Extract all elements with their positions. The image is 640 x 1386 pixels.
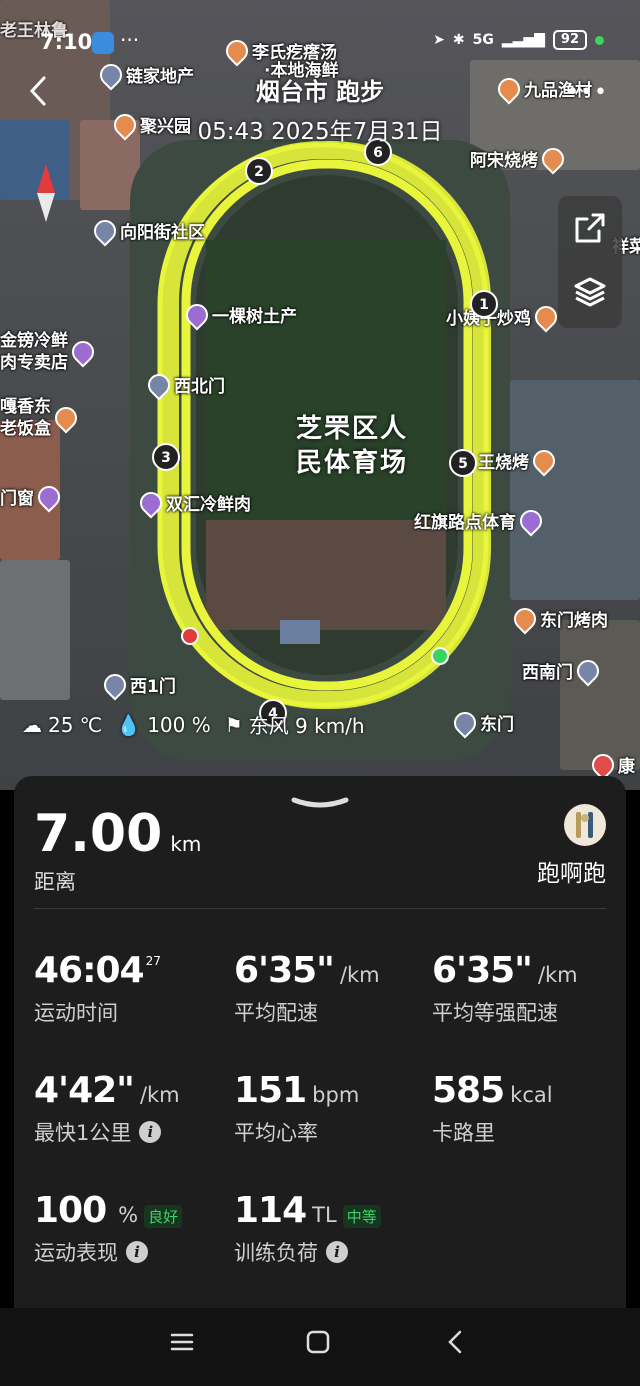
- map-tools: [558, 196, 622, 328]
- distance-value: 7.00 km: [34, 804, 202, 864]
- layers-icon[interactable]: [558, 260, 622, 324]
- privacy-dot-icon: [595, 35, 604, 45]
- signal-icon: ▂▃▅▇: [501, 32, 545, 48]
- km-marker-2: 2: [245, 157, 273, 185]
- network-label: 5G: [472, 32, 494, 48]
- stat-duration: 46:04 27 运动时间: [34, 950, 161, 1025]
- share-icon[interactable]: [558, 196, 622, 260]
- more-dots-icon[interactable]: •••: [566, 80, 608, 105]
- summary-panel: 7.00 km 距离 跑啊跑 46:04 27 运动时间 6'35"/km 平均配…: [14, 776, 626, 1316]
- info-icon[interactable]: i: [326, 1241, 348, 1263]
- km-marker-3: 3: [152, 443, 180, 471]
- status-time: 7:10: [40, 30, 93, 54]
- svg-text:6: 6: [373, 145, 383, 161]
- collapse-handle-icon[interactable]: [290, 794, 350, 810]
- page-title: 烟台市 跑步: [255, 78, 385, 106]
- humidity-icon: 💧: [116, 712, 142, 737]
- stat-heart-rate: 151 bpm 平均心率: [234, 1070, 360, 1145]
- stat-avg-pace: 6'35"/km 平均配速: [234, 950, 380, 1025]
- route-start-dot: [431, 647, 449, 665]
- status-badge: 中等: [342, 1205, 381, 1228]
- km-marker-1: 1: [470, 290, 498, 318]
- location-arrow-icon: ➤: [433, 32, 445, 48]
- humidity: 100 %: [147, 712, 211, 737]
- info-icon[interactable]: i: [139, 1121, 162, 1143]
- info-icon[interactable]: i: [126, 1241, 148, 1263]
- route-end-dot: [181, 627, 199, 645]
- svg-text:1: 1: [479, 297, 489, 313]
- svg-text:5: 5: [458, 456, 468, 472]
- stat-performance: 100% 良好 运动表现 i: [34, 1190, 183, 1267]
- avatar[interactable]: [564, 804, 606, 846]
- system-nav-bar: [0, 1308, 640, 1386]
- distance-label: 距离: [34, 870, 76, 894]
- more-notifications-icon: ···: [120, 28, 140, 52]
- temperature: 25 ℃: [48, 712, 103, 737]
- svg-text:2: 2: [254, 164, 264, 180]
- weather-bar: ☁ 25 ℃ 💧 100 % ⚑ 东风 9 km/h: [22, 710, 365, 739]
- menu-icon[interactable]: [168, 1328, 196, 1356]
- home-icon[interactable]: [304, 1328, 332, 1356]
- battery-icon: 92: [552, 30, 587, 50]
- stat-calories: 585 kcal 卡路里: [432, 1070, 553, 1145]
- stat-grade-pace: 6'35"/km 平均等强配速: [432, 950, 578, 1025]
- wind-icon: ⚑: [224, 712, 243, 737]
- activity-datetime: 05:43 2025年7月31日: [197, 119, 443, 145]
- divider: [34, 908, 606, 909]
- app-notification-icon: [92, 32, 114, 54]
- compass-icon[interactable]: [37, 164, 55, 222]
- wind: 东风 9 km/h: [248, 714, 365, 738]
- stat-training-load: 114 TL 中等 训练负荷 i: [234, 1190, 381, 1267]
- cloud-icon: ☁: [22, 712, 42, 737]
- km-marker-5: 5: [449, 449, 477, 477]
- bluetooth-icon: ✱: [452, 32, 465, 48]
- svg-text:3: 3: [161, 450, 171, 466]
- stat-fastest-km: 4'42"/km 最快1公里 i: [34, 1070, 180, 1145]
- back-icon[interactable]: [442, 1328, 470, 1356]
- nickname[interactable]: 跑啊跑: [537, 854, 606, 888]
- status-badge: 良好: [144, 1205, 183, 1228]
